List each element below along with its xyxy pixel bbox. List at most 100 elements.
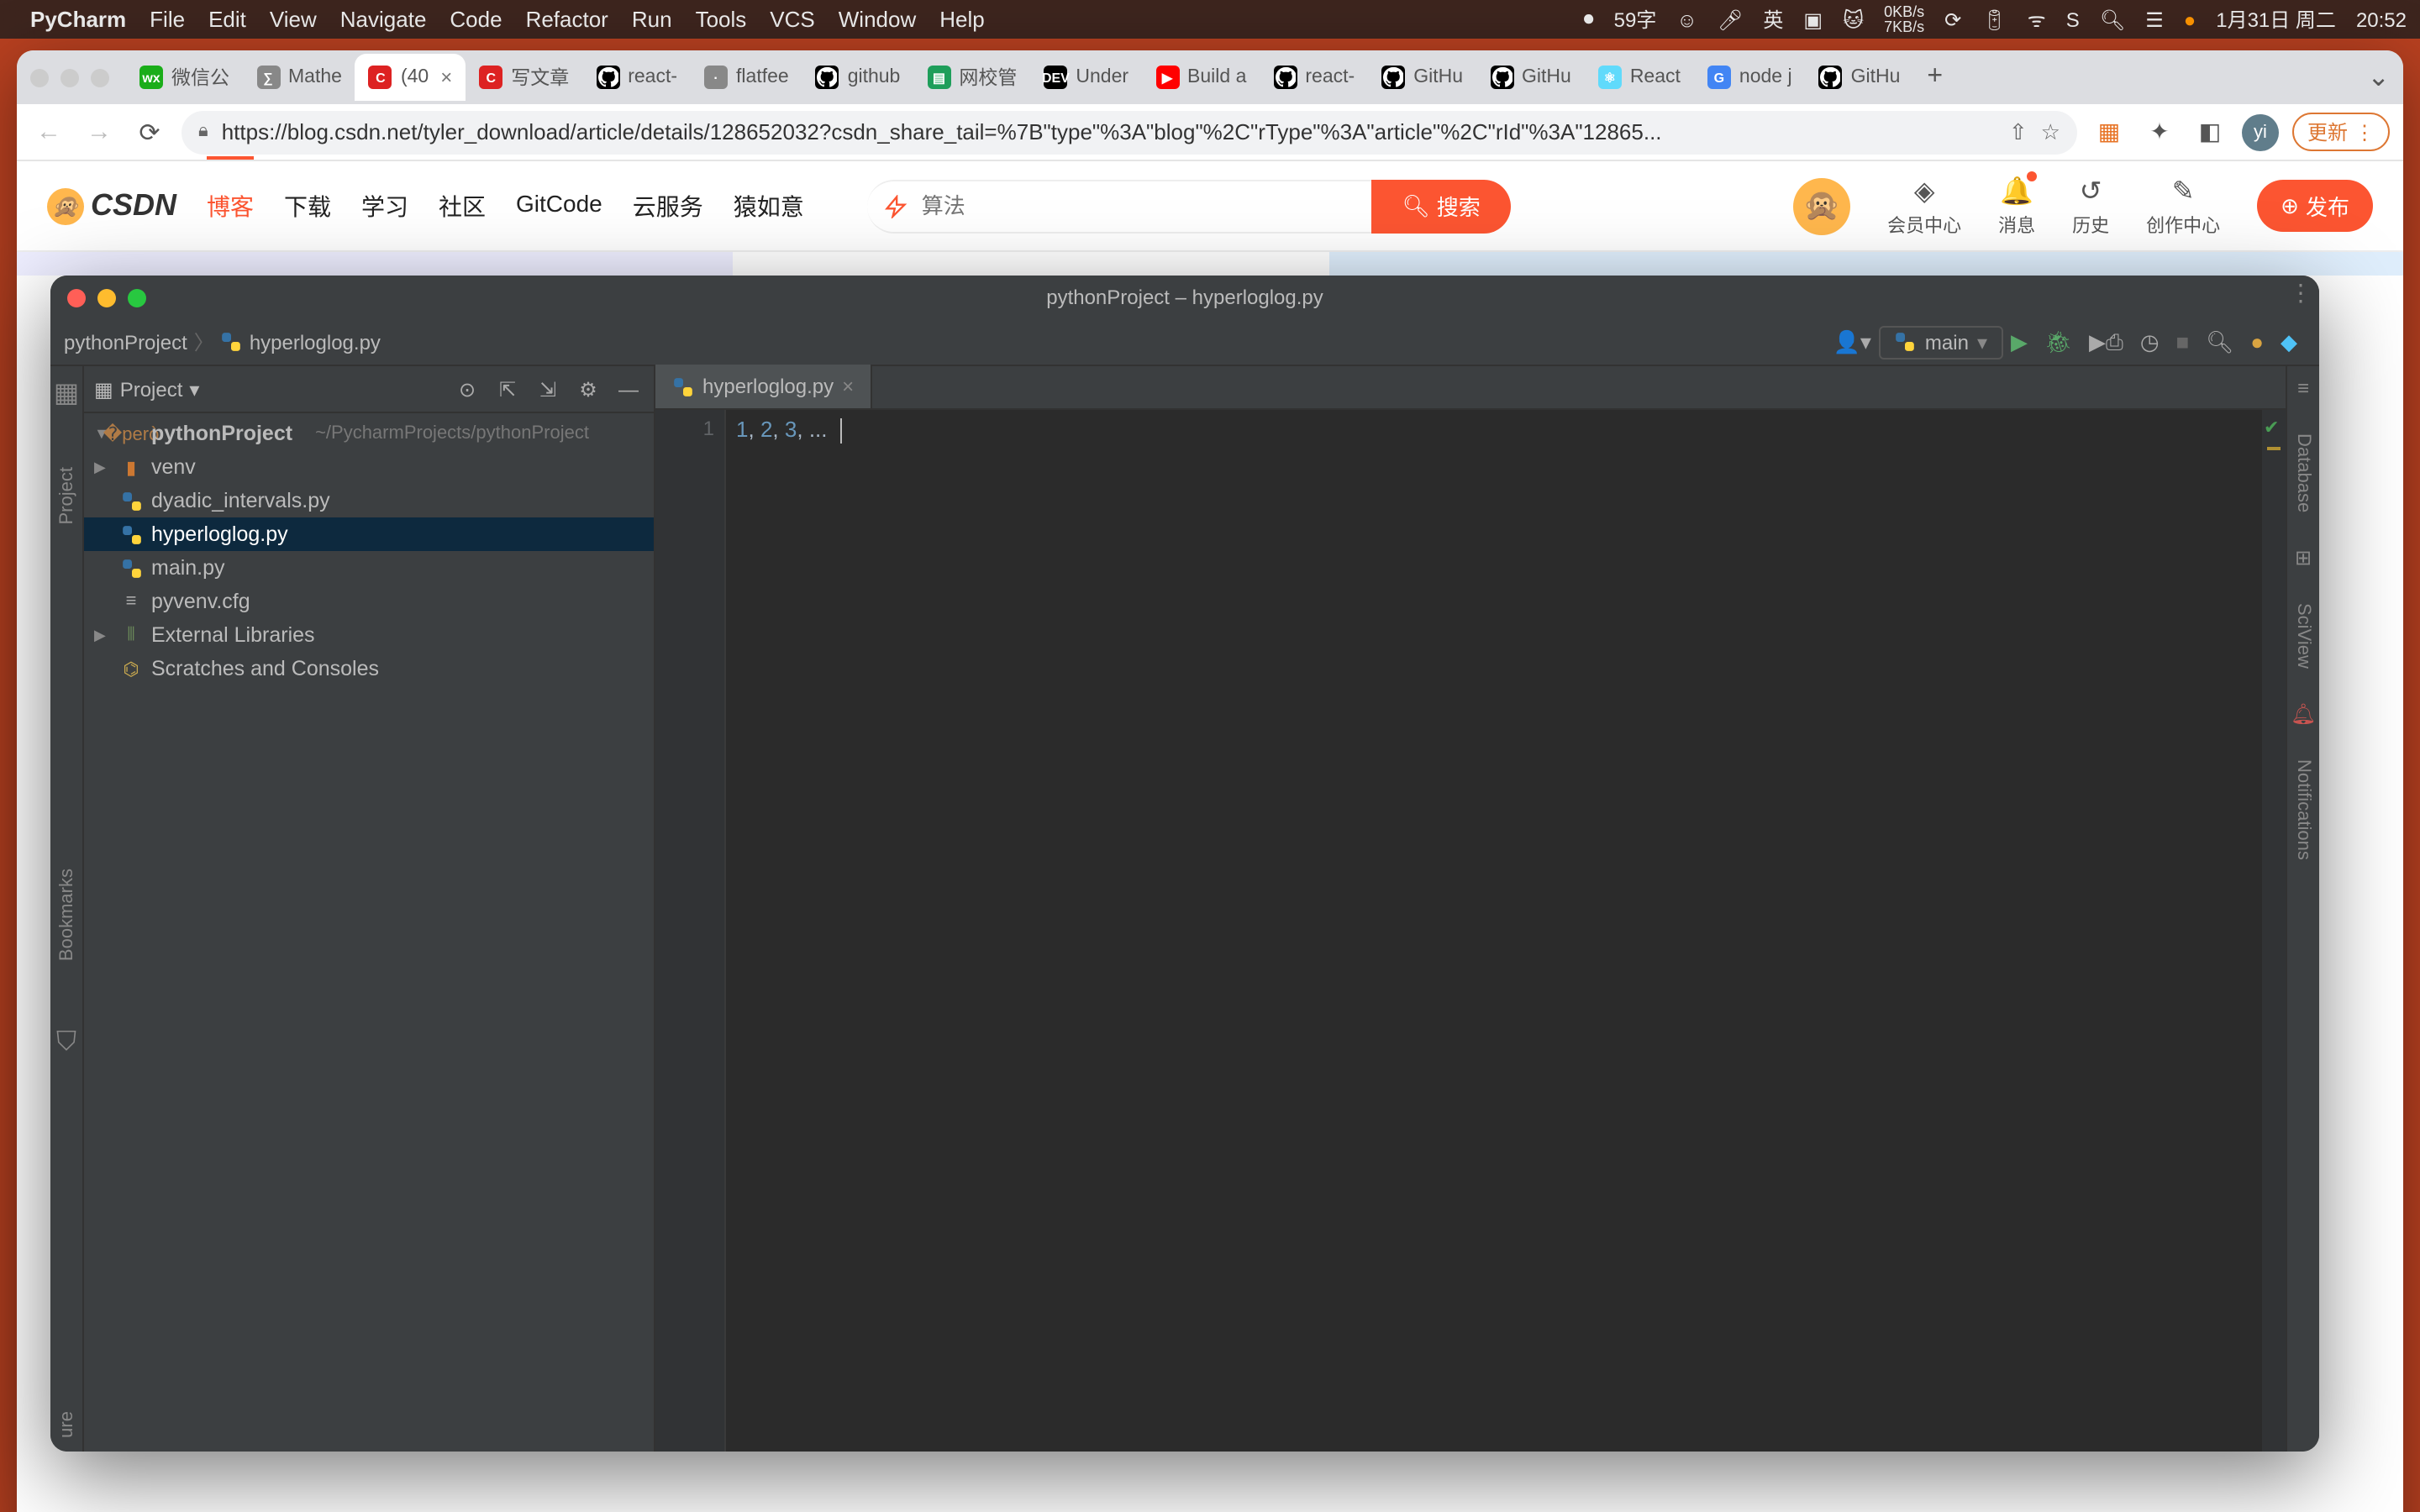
new-tab-button[interactable]: + <box>1913 62 1956 92</box>
csdn-nav-item[interactable]: GitCode <box>516 189 602 223</box>
search-everywhere-button[interactable]: 🔍︎ <box>2197 328 2242 355</box>
active-app-name[interactable]: PyCharm <box>30 7 126 32</box>
tab-overflow-button[interactable]: ⌄ <box>2354 60 2403 94</box>
project-tool-label[interactable]: Project <box>56 467 76 525</box>
tree-folder-venv[interactable]: ▶▮venv <box>84 450 654 484</box>
sciview-tool-icon[interactable]: ⊞ <box>2295 546 2312 570</box>
menu-file[interactable]: File <box>150 7 185 32</box>
tree-file[interactable]: dyadic_intervals.py <box>84 484 654 517</box>
profile-avatar[interactable]: yi <box>2242 113 2279 150</box>
bookmarks-tool-label[interactable]: Bookmarks <box>56 868 76 960</box>
project-tool-icon[interactable]: ▦ <box>54 376 79 410</box>
browser-tab[interactable]: GitHu <box>1368 54 1476 101</box>
select-opened-icon[interactable]: ⊙ <box>452 374 482 404</box>
bookmark-icon[interactable]: ☆ <box>2041 118 2060 145</box>
wifi-icon[interactable]: ᯤ <box>2028 5 2046 34</box>
sidepanel-icon[interactable]: ◧ <box>2191 113 2228 150</box>
csdn-会员中心[interactable]: ◈会员中心 <box>1887 174 1961 238</box>
browser-tab[interactable]: Gnode j <box>1694 54 1806 101</box>
close-tab-icon[interactable]: × <box>440 66 452 89</box>
code-editor[interactable]: 1, 2, 3, ... <box>726 410 2262 1452</box>
browser-tab[interactable]: C(40× <box>355 54 466 101</box>
profile-button[interactable]: ◷ <box>2132 328 2168 355</box>
csdn-logo[interactable]: 🙊CSDN <box>47 187 176 224</box>
coverage-button[interactable]: ▶⎙ <box>2081 328 2132 355</box>
expand-all-icon[interactable]: ⇱ <box>492 374 523 404</box>
cat-icon[interactable]: 🐱︎ <box>1843 8 1864 31</box>
csdn-nav-item[interactable]: 学习 <box>361 189 408 223</box>
menu-code[interactable]: Code <box>450 7 502 32</box>
tree-scratches[interactable]: ⌬Scratches and Consoles <box>84 652 654 685</box>
csdn-nav-item[interactable]: 社区 <box>439 189 486 223</box>
ide-updates-icon[interactable]: ● <box>2242 329 2272 354</box>
add-user-icon[interactable]: 👤▾ <box>1824 328 1879 355</box>
menu-edit[interactable]: Edit <box>208 7 246 32</box>
project-view-selector[interactable]: ▦ Project ▾ <box>94 377 199 401</box>
debug-button[interactable]: 🐞︎ <box>2036 328 2081 355</box>
code-with-me-icon[interactable]: ◆ <box>2272 328 2306 355</box>
menu-refactor[interactable]: Refactor <box>526 7 608 32</box>
tree-file[interactable]: ≡pyvenv.cfg <box>84 585 654 618</box>
lock-icon[interactable]: 🔒︎ <box>198 121 208 143</box>
emoji-icon[interactable]: ☺ <box>1676 8 1697 31</box>
browser-tab[interactable]: react- <box>1260 54 1368 101</box>
extension-firefox-icon[interactable]: ▦ <box>2091 113 2128 150</box>
csdn-nav-item[interactable]: 下载 <box>284 189 331 223</box>
csdn-nav-item[interactable]: 云服务 <box>633 189 703 223</box>
browser-tab[interactable]: GitHu <box>1476 54 1585 101</box>
collapse-all-icon[interactable]: ⇲ <box>533 374 563 404</box>
sync-icon[interactable]: ⟳ <box>1944 8 1961 31</box>
battery-icon[interactable]: 🔋︎ <box>1981 8 2007 31</box>
back-button[interactable]: ← <box>30 113 67 150</box>
browser-tab[interactable]: ∑Mathe <box>243 54 355 101</box>
chrome-traffic-lights[interactable] <box>30 68 109 87</box>
editor-tab-hyperloglog[interactable]: hyperloglog.py × <box>655 365 872 408</box>
database-tool-label[interactable]: Database <box>2293 433 2313 512</box>
browser-tab[interactable]: DEVUnder <box>1030 54 1142 101</box>
csdn-创作中心[interactable]: ✎创作中心 <box>2146 174 2220 238</box>
hide-icon[interactable]: — <box>613 374 644 404</box>
update-button[interactable]: 更新⋮ <box>2292 113 2390 151</box>
browser-tab[interactable]: wx微信公 <box>126 54 243 101</box>
settings-icon[interactable]: ⚙ <box>573 374 603 404</box>
search-button[interactable]: 🔍︎ 搜索 <box>1372 179 1511 233</box>
menu-vcs[interactable]: VCS <box>770 7 814 32</box>
warning-stripe[interactable] <box>2267 447 2281 450</box>
pycharm-traffic-lights[interactable] <box>67 288 146 307</box>
publish-button[interactable]: ⊕ 发布 <box>2257 180 2373 232</box>
address-bar[interactable]: 🔒︎ https://blog.csdn.net/tyler_download/… <box>182 110 2077 154</box>
tree-external-libraries[interactable]: ▶⫴External Libraries <box>84 618 654 652</box>
browser-tab[interactable]: github <box>802 54 914 101</box>
csdn-nav-item[interactable]: 猿如意 <box>734 189 804 223</box>
sciview-tool-label[interactable]: SciView <box>2293 603 2313 669</box>
menu-window[interactable]: Window <box>839 7 917 32</box>
csdn-历史[interactable]: ↺历史 <box>2072 174 2109 238</box>
browser-tab[interactable]: ▶Build a <box>1142 54 1260 101</box>
breadcrumb[interactable]: pythonProject 〉 hyperloglog.py <box>64 328 381 356</box>
menu-tools[interactable]: Tools <box>696 7 747 32</box>
tree-file[interactable]: hyperloglog.py <box>84 517 654 551</box>
sogou-icon[interactable]: S <box>2066 8 2080 31</box>
ime-indicator[interactable]: 英 <box>1763 5 1783 34</box>
database-tool-icon[interactable]: ≡ <box>2297 376 2309 400</box>
browser-tab[interactable]: GitHu <box>1806 54 1914 101</box>
browser-tab[interactable]: ·flatfee <box>691 54 802 101</box>
inspection-ok-icon[interactable]: ✔ <box>2264 417 2279 438</box>
date[interactable]: 1月31日 周二 <box>2216 5 2336 34</box>
search-input[interactable] <box>868 179 1372 233</box>
browser-tab[interactable]: C写文章 <box>466 54 582 101</box>
menu-view[interactable]: View <box>270 7 317 32</box>
spotlight-icon[interactable]: 🔍︎ <box>2100 8 2125 31</box>
reload-button[interactable]: ⟳ <box>131 113 168 150</box>
weread-icon[interactable]: ▣ <box>1803 8 1823 31</box>
record-icon[interactable]: ⏺ <box>1584 7 1594 32</box>
tree-file[interactable]: main.py <box>84 551 654 585</box>
forward-button[interactable]: → <box>81 113 118 150</box>
browser-tab[interactable]: ⚛React <box>1585 54 1694 101</box>
editor-tab-menu-icon[interactable]: ⋮ <box>2289 279 2312 307</box>
control-center-icon[interactable]: ☰ <box>2145 8 2164 31</box>
structure-tool-label[interactable]: ure <box>56 1411 76 1438</box>
menu-navigate[interactable]: Navigate <box>340 7 427 32</box>
run-config-selector[interactable]: main▾ <box>1880 325 2002 359</box>
time[interactable]: 20:52 <box>2356 8 2407 31</box>
